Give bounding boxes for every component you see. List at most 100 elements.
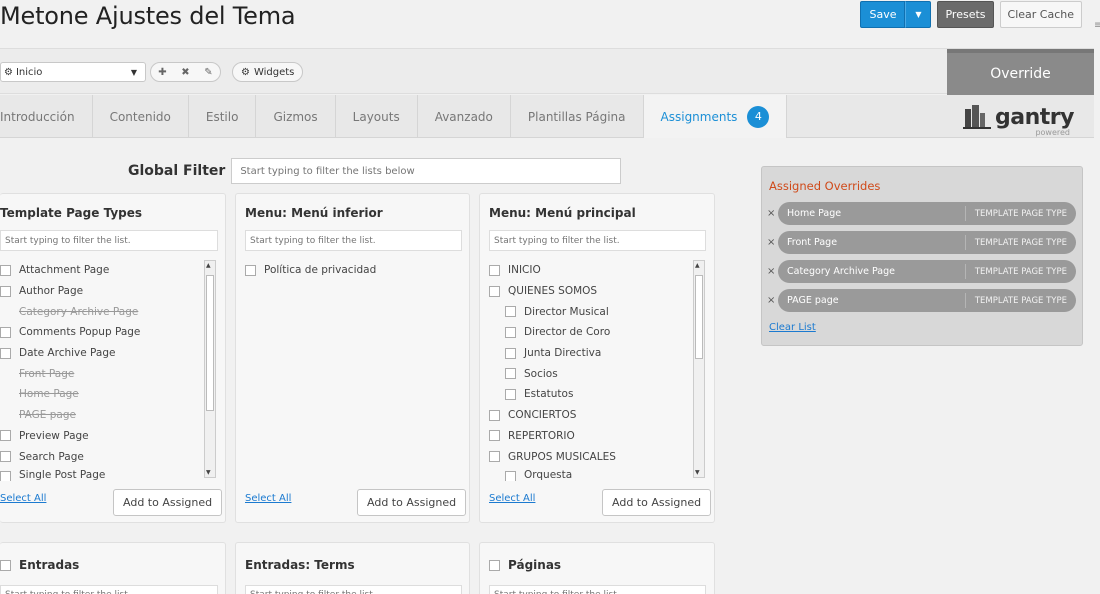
checkbox[interactable] xyxy=(505,306,516,318)
checkbox[interactable] xyxy=(489,285,500,297)
list-scrollbar[interactable]: ▲ ▼ xyxy=(693,260,705,478)
clear-cache-button[interactable]: Clear Cache xyxy=(999,1,1082,28)
assigned-item-name: PAGE page xyxy=(787,295,839,306)
list-item[interactable]: CONCIERTOS xyxy=(489,405,616,426)
list-item[interactable]: Author Page xyxy=(0,281,140,302)
assigned-overrides-title: Assigned Overrides xyxy=(769,179,881,193)
scroll-up-icon[interactable]: ▲ xyxy=(695,262,700,269)
panel-filter-input[interactable] xyxy=(489,230,706,251)
logo-wordmark: gantry xyxy=(995,105,1074,130)
add-to-assigned-button[interactable]: Add to Assigned xyxy=(357,489,467,516)
list-item[interactable]: Orquesta xyxy=(489,467,616,481)
assigned-item-name: Front Page xyxy=(787,237,838,248)
page-select[interactable]: ⚙ Inicio ▼ xyxy=(0,62,146,82)
checkbox[interactable] xyxy=(505,326,516,338)
override-button[interactable]: Override xyxy=(947,49,1094,95)
tab-avanzado[interactable]: Avanzado xyxy=(418,95,511,138)
panel-filter-input[interactable] xyxy=(0,230,218,251)
list-item[interactable]: Junta Directiva xyxy=(489,343,616,364)
edit-icon[interactable]: ✎ xyxy=(197,67,220,78)
chevron-down-icon[interactable]: ▼ xyxy=(131,68,137,77)
tab-gizmos[interactable]: Gizmos xyxy=(256,95,336,138)
scroll-up-icon[interactable]: ▲ xyxy=(206,262,211,269)
scrollbar-thumb[interactable] xyxy=(206,275,214,411)
tab-layouts[interactable]: Layouts xyxy=(336,95,418,138)
tab-contenido[interactable]: Contenido xyxy=(93,95,189,138)
scroll-down-icon[interactable]: ▼ xyxy=(206,469,211,476)
checkbox[interactable] xyxy=(0,347,11,359)
assigned-item: × Category Archive Page TEMPLATE PAGE TY… xyxy=(767,260,1076,283)
checkbox[interactable] xyxy=(489,409,500,421)
tab-plantillas-pagina[interactable]: Plantillas Página xyxy=(511,95,644,138)
list-item[interactable]: Estatutos xyxy=(489,384,616,405)
checkbox[interactable] xyxy=(489,559,500,571)
delete-icon[interactable]: ✖ xyxy=(174,67,197,78)
checkbox[interactable] xyxy=(489,264,500,276)
list-item[interactable]: Socios xyxy=(489,363,616,384)
save-button[interactable]: Save xyxy=(860,1,906,28)
select-all-link[interactable]: Select All xyxy=(0,493,46,504)
assigned-pill: Home Page TEMPLATE PAGE TYPE xyxy=(778,202,1076,225)
list-item[interactable]: QUIENES SOMOS xyxy=(489,281,616,302)
panel-title: Páginas xyxy=(508,558,562,572)
list-item[interactable]: Single Post Page xyxy=(0,467,140,481)
checkbox[interactable] xyxy=(0,559,11,571)
chevron-down-icon[interactable]: ▼ xyxy=(905,1,932,28)
remove-icon[interactable]: × xyxy=(767,295,777,306)
list-item[interactable]: Search Page xyxy=(0,446,140,467)
save-button-group[interactable]: Save ▼ xyxy=(860,1,932,28)
list-item[interactable]: Comments Popup Page xyxy=(0,322,140,343)
list-item[interactable]: Política de privacidad xyxy=(245,260,376,281)
checkbox[interactable] xyxy=(0,326,11,338)
panel-filter-input[interactable] xyxy=(489,585,706,594)
clear-list-link[interactable]: Clear List xyxy=(769,322,816,333)
list-item: Category Archive Page xyxy=(19,305,139,318)
scroll-down-icon[interactable]: ▼ xyxy=(695,469,700,476)
list-item[interactable]: INICIO xyxy=(489,260,616,281)
checkbox[interactable] xyxy=(0,470,11,481)
checkbox[interactable] xyxy=(505,368,516,380)
select-all-link[interactable]: Select All xyxy=(489,493,535,504)
tab-introduccion[interactable]: Introducción xyxy=(0,95,93,138)
checkbox[interactable] xyxy=(505,470,516,481)
tab-estilo[interactable]: Estilo xyxy=(189,95,257,138)
checkbox[interactable] xyxy=(505,388,516,400)
tab-assignments[interactable]: Assignments 4 xyxy=(643,95,788,138)
remove-icon[interactable]: × xyxy=(767,266,777,277)
page-scrollbar[interactable]: ≡ xyxy=(1094,20,1100,31)
checkbox[interactable] xyxy=(245,264,256,276)
checkbox[interactable] xyxy=(0,451,11,463)
list-item[interactable]: GRUPOS MUSICALES xyxy=(489,446,616,467)
add-to-assigned-button[interactable]: Add to Assigned xyxy=(113,489,223,516)
panel-filter-input[interactable] xyxy=(245,585,462,594)
list-item[interactable]: Date Archive Page xyxy=(0,343,140,364)
checkbox[interactable] xyxy=(0,430,11,442)
add-icon[interactable]: ✚ xyxy=(151,67,174,78)
list-item[interactable]: Preview Page xyxy=(0,426,140,447)
remove-icon[interactable]: × xyxy=(767,208,777,219)
checkbox[interactable] xyxy=(0,285,11,297)
list-item[interactable]: Director Musical xyxy=(489,301,616,322)
list-item[interactable]: Attachment Page xyxy=(0,260,140,281)
assigned-pill: Front Page TEMPLATE PAGE TYPE xyxy=(778,231,1076,254)
panel-filter-input[interactable] xyxy=(0,585,218,594)
add-to-assigned-button[interactable]: Add to Assigned xyxy=(602,489,712,516)
list-scrollbar[interactable]: ▲ ▼ xyxy=(204,260,216,478)
checkbox[interactable] xyxy=(0,264,11,276)
checkbox[interactable] xyxy=(505,347,516,359)
select-all-link[interactable]: Select All xyxy=(245,493,291,504)
widgets-label: Widgets xyxy=(253,66,295,78)
assigned-overrides-panel: Assigned Overrides × Home Page TEMPLATE … xyxy=(761,166,1083,346)
checkbox[interactable] xyxy=(489,430,500,442)
gantry-logo: gantry powered xyxy=(963,103,1074,137)
override-actions: ✚ ✖ ✎ xyxy=(150,62,221,82)
panel-filter-input[interactable] xyxy=(245,230,462,251)
list-item[interactable]: Director de Coro xyxy=(489,322,616,343)
scrollbar-thumb[interactable] xyxy=(695,275,703,359)
remove-icon[interactable]: × xyxy=(767,237,777,248)
presets-button[interactable]: Presets xyxy=(937,1,994,28)
list-item[interactable]: REPERTORIO xyxy=(489,426,616,447)
global-filter-input[interactable] xyxy=(231,158,622,184)
checkbox[interactable] xyxy=(489,451,500,463)
widgets-button[interactable]: ⚙ Widgets xyxy=(232,62,304,82)
